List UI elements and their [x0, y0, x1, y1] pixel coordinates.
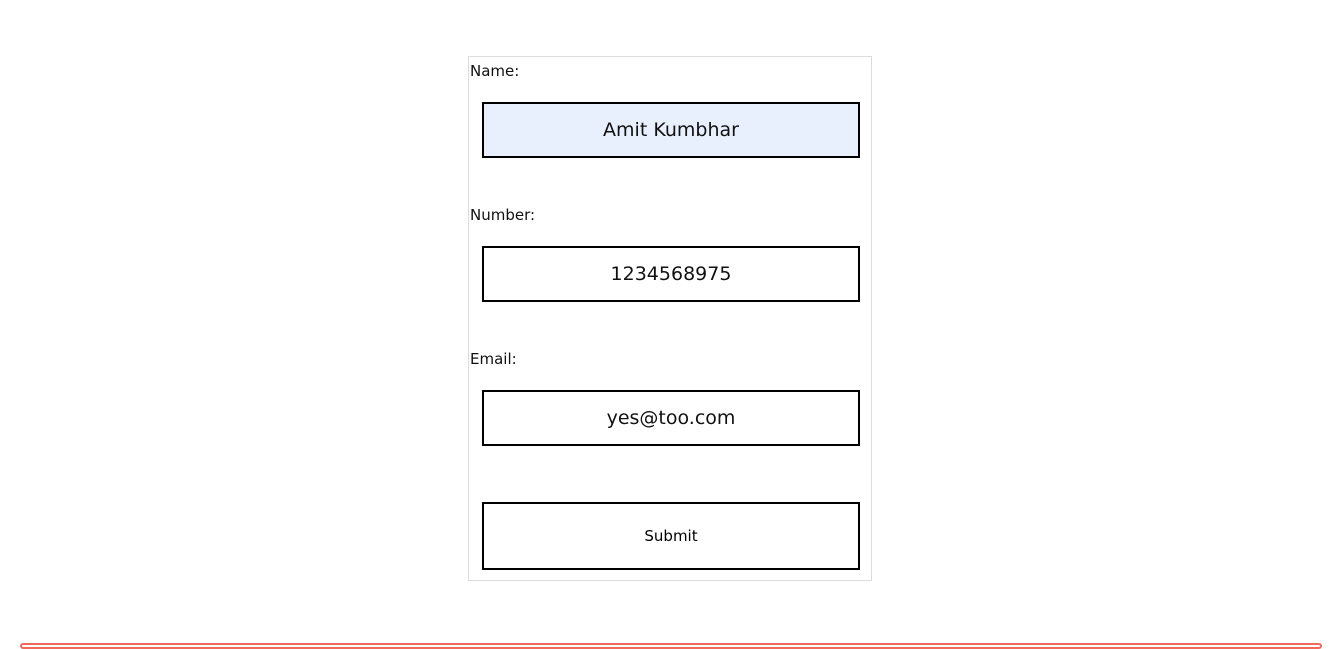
submit-button[interactable]: Submit	[482, 502, 860, 570]
number-label: Number:	[470, 206, 536, 224]
name-label: Name:	[470, 62, 520, 80]
email-label: Email:	[470, 350, 517, 368]
contact-form: Name: Number: Email: Submit	[468, 56, 872, 581]
bottom-divider	[20, 643, 1322, 649]
number-input[interactable]	[482, 246, 860, 302]
name-input[interactable]	[482, 102, 860, 158]
email-input[interactable]	[482, 390, 860, 446]
